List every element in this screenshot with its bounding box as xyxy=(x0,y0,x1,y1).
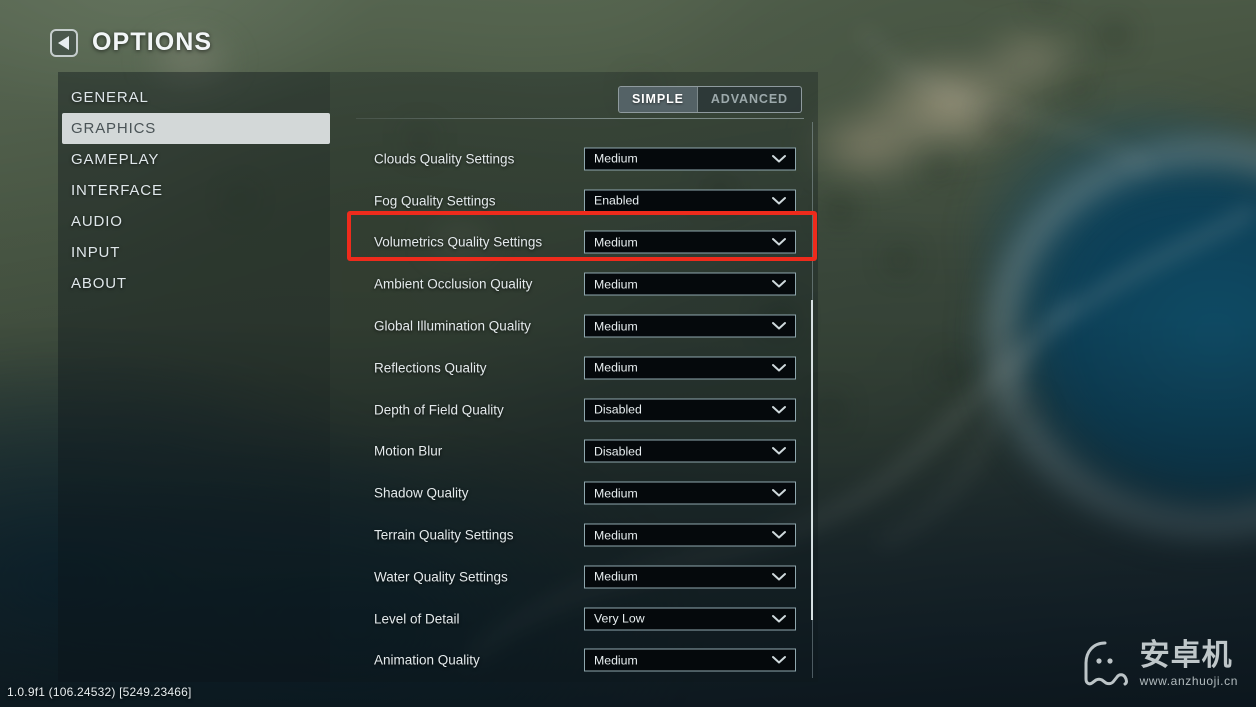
setting-dropdown[interactable]: Disabled xyxy=(584,398,796,422)
tab-advanced[interactable]: ADVANCED xyxy=(696,87,801,112)
settings-row: Shadow Quality Medium xyxy=(348,472,818,514)
setting-dropdown[interactable]: Medium xyxy=(584,481,796,505)
setting-value: Medium xyxy=(594,653,638,668)
settings-row: Ambient Occlusion Quality Medium xyxy=(348,263,818,305)
settings-row: Clouds Quality Settings Medium xyxy=(348,138,818,180)
setting-label: Animation Quality xyxy=(374,652,480,668)
sidebar-item-audio[interactable]: AUDIO xyxy=(62,206,330,237)
sidebar-item-graphics[interactable]: GRAPHICS xyxy=(62,113,330,144)
setting-label: Depth of Field Quality xyxy=(374,402,504,418)
ghost-logo-icon xyxy=(1079,639,1131,689)
sidebar-item-label: ABOUT xyxy=(71,275,127,292)
setting-label: Volumetrics Quality Settings xyxy=(374,234,543,250)
sidebar-item-general[interactable]: GENERAL xyxy=(62,82,330,113)
setting-value: Medium xyxy=(594,151,638,166)
setting-value: Enabled xyxy=(594,193,640,208)
settings-panel: SIMPLE ADVANCED Clouds Quality Settings M… xyxy=(348,82,818,680)
version-text: 1.0.9f1 (106.24532) [5249.23466] xyxy=(7,685,192,699)
mode-tab-group: SIMPLE ADVANCED xyxy=(617,86,802,113)
setting-value: Medium xyxy=(594,277,638,292)
setting-dropdown[interactable]: Medium xyxy=(584,648,796,672)
settings-row: Reflections Quality Medium xyxy=(348,347,818,389)
chevron-down-icon xyxy=(768,489,790,498)
settings-row: Fog Quality Settings Enabled xyxy=(348,180,818,222)
setting-value: Medium xyxy=(594,235,638,250)
setting-value: Medium xyxy=(594,486,638,501)
setting-label: Terrain Quality Settings xyxy=(374,527,514,543)
chevron-down-icon xyxy=(768,572,790,581)
page-header: OPTIONS xyxy=(50,28,212,57)
chevron-down-icon xyxy=(768,154,790,163)
settings-row: Depth of Field Quality Disabled xyxy=(348,389,818,431)
setting-label: Reflections Quality xyxy=(374,360,487,376)
back-button[interactable] xyxy=(50,28,78,57)
sidebar-item-label: INTERFACE xyxy=(71,182,163,199)
setting-label: Clouds Quality Settings xyxy=(374,151,515,167)
setting-label: Motion Blur xyxy=(374,443,443,459)
sidebar-item-interface[interactable]: INTERFACE xyxy=(62,175,330,206)
settings-row: Global Illumination Quality Medium xyxy=(348,305,818,347)
setting-dropdown[interactable]: Medium xyxy=(584,356,796,380)
setting-value: Medium xyxy=(594,528,638,543)
setting-dropdown[interactable]: Medium xyxy=(584,230,796,254)
setting-dropdown[interactable]: Medium xyxy=(584,314,796,338)
setting-label: Water Quality Settings xyxy=(374,569,508,585)
sidebar-item-gameplay[interactable]: GAMEPLAY xyxy=(62,144,330,175)
sidebar-item-label: INPUT xyxy=(71,244,121,261)
chevron-down-icon xyxy=(768,447,790,456)
setting-label: Global Illumination Quality xyxy=(374,318,531,334)
setting-value: Disabled xyxy=(594,444,642,459)
back-arrow-icon xyxy=(57,35,69,50)
sidebar-item-input[interactable]: INPUT xyxy=(62,237,330,268)
settings-row: Volumetrics Quality Settings Medium xyxy=(348,222,818,264)
chevron-down-icon xyxy=(768,405,790,414)
setting-value: Disabled xyxy=(594,402,642,417)
setting-value: Very Low xyxy=(594,611,645,626)
chevron-down-icon xyxy=(768,280,790,289)
chevron-down-icon xyxy=(768,531,790,540)
sidebar-item-label: GAMEPLAY xyxy=(71,151,160,168)
settings-row: Motion Blur Disabled xyxy=(348,431,818,473)
setting-value: Medium xyxy=(594,569,638,584)
header-divider xyxy=(356,118,804,119)
watermark: 安卓机 www.anzhuoji.cn xyxy=(1079,639,1238,689)
chevron-down-icon xyxy=(768,614,790,623)
settings-row: Animation Quality Medium xyxy=(348,640,818,682)
settings-row: Water Quality Settings Medium xyxy=(348,556,818,598)
setting-label: Level of Detail xyxy=(374,611,460,627)
watermark-brand: 安卓机 xyxy=(1139,637,1233,673)
chevron-down-icon xyxy=(768,196,790,205)
sidebar-nav: GENERAL GRAPHICS GAMEPLAY INTERFACE AUDI… xyxy=(62,82,330,299)
watermark-url: www.anzhuoji.cn xyxy=(1139,673,1238,688)
setting-value: Medium xyxy=(594,360,638,375)
settings-row: Level of Detail Very Low xyxy=(348,598,818,640)
setting-dropdown[interactable]: Disabled xyxy=(584,439,796,463)
chevron-down-icon xyxy=(768,363,790,372)
setting-dropdown[interactable]: Enabled xyxy=(584,189,796,213)
game-options-screen: OPTIONS GENERAL GRAPHICS GAMEPLAY INTERF… xyxy=(0,0,1256,707)
settings-row: Terrain Quality Settings Medium xyxy=(348,514,818,556)
chevron-down-icon xyxy=(768,238,790,247)
setting-dropdown[interactable]: Medium xyxy=(584,523,796,547)
setting-label: Ambient Occlusion Quality xyxy=(374,276,533,292)
page-title: OPTIONS xyxy=(92,28,213,56)
chevron-down-icon xyxy=(768,656,790,665)
setting-dropdown[interactable]: Very Low xyxy=(584,607,796,631)
setting-label: Fog Quality Settings xyxy=(374,193,496,209)
tab-simple[interactable]: SIMPLE xyxy=(618,87,697,112)
settings-scrollbar-thumb[interactable] xyxy=(811,300,813,620)
chevron-down-icon xyxy=(768,322,790,331)
setting-dropdown[interactable]: Medium xyxy=(584,272,796,296)
setting-label: Shadow Quality xyxy=(374,485,469,501)
sidebar-item-label: GENERAL xyxy=(71,89,149,106)
sidebar-item-label: AUDIO xyxy=(71,213,123,230)
settings-row-list: Clouds Quality Settings Medium Fog Quality… xyxy=(348,138,818,681)
setting-value: Medium xyxy=(594,319,638,334)
setting-dropdown[interactable]: Medium xyxy=(584,147,796,171)
setting-dropdown[interactable]: Medium xyxy=(584,565,796,589)
sidebar-item-label: GRAPHICS xyxy=(71,120,157,137)
sidebar-item-about[interactable]: ABOUT xyxy=(62,268,330,299)
